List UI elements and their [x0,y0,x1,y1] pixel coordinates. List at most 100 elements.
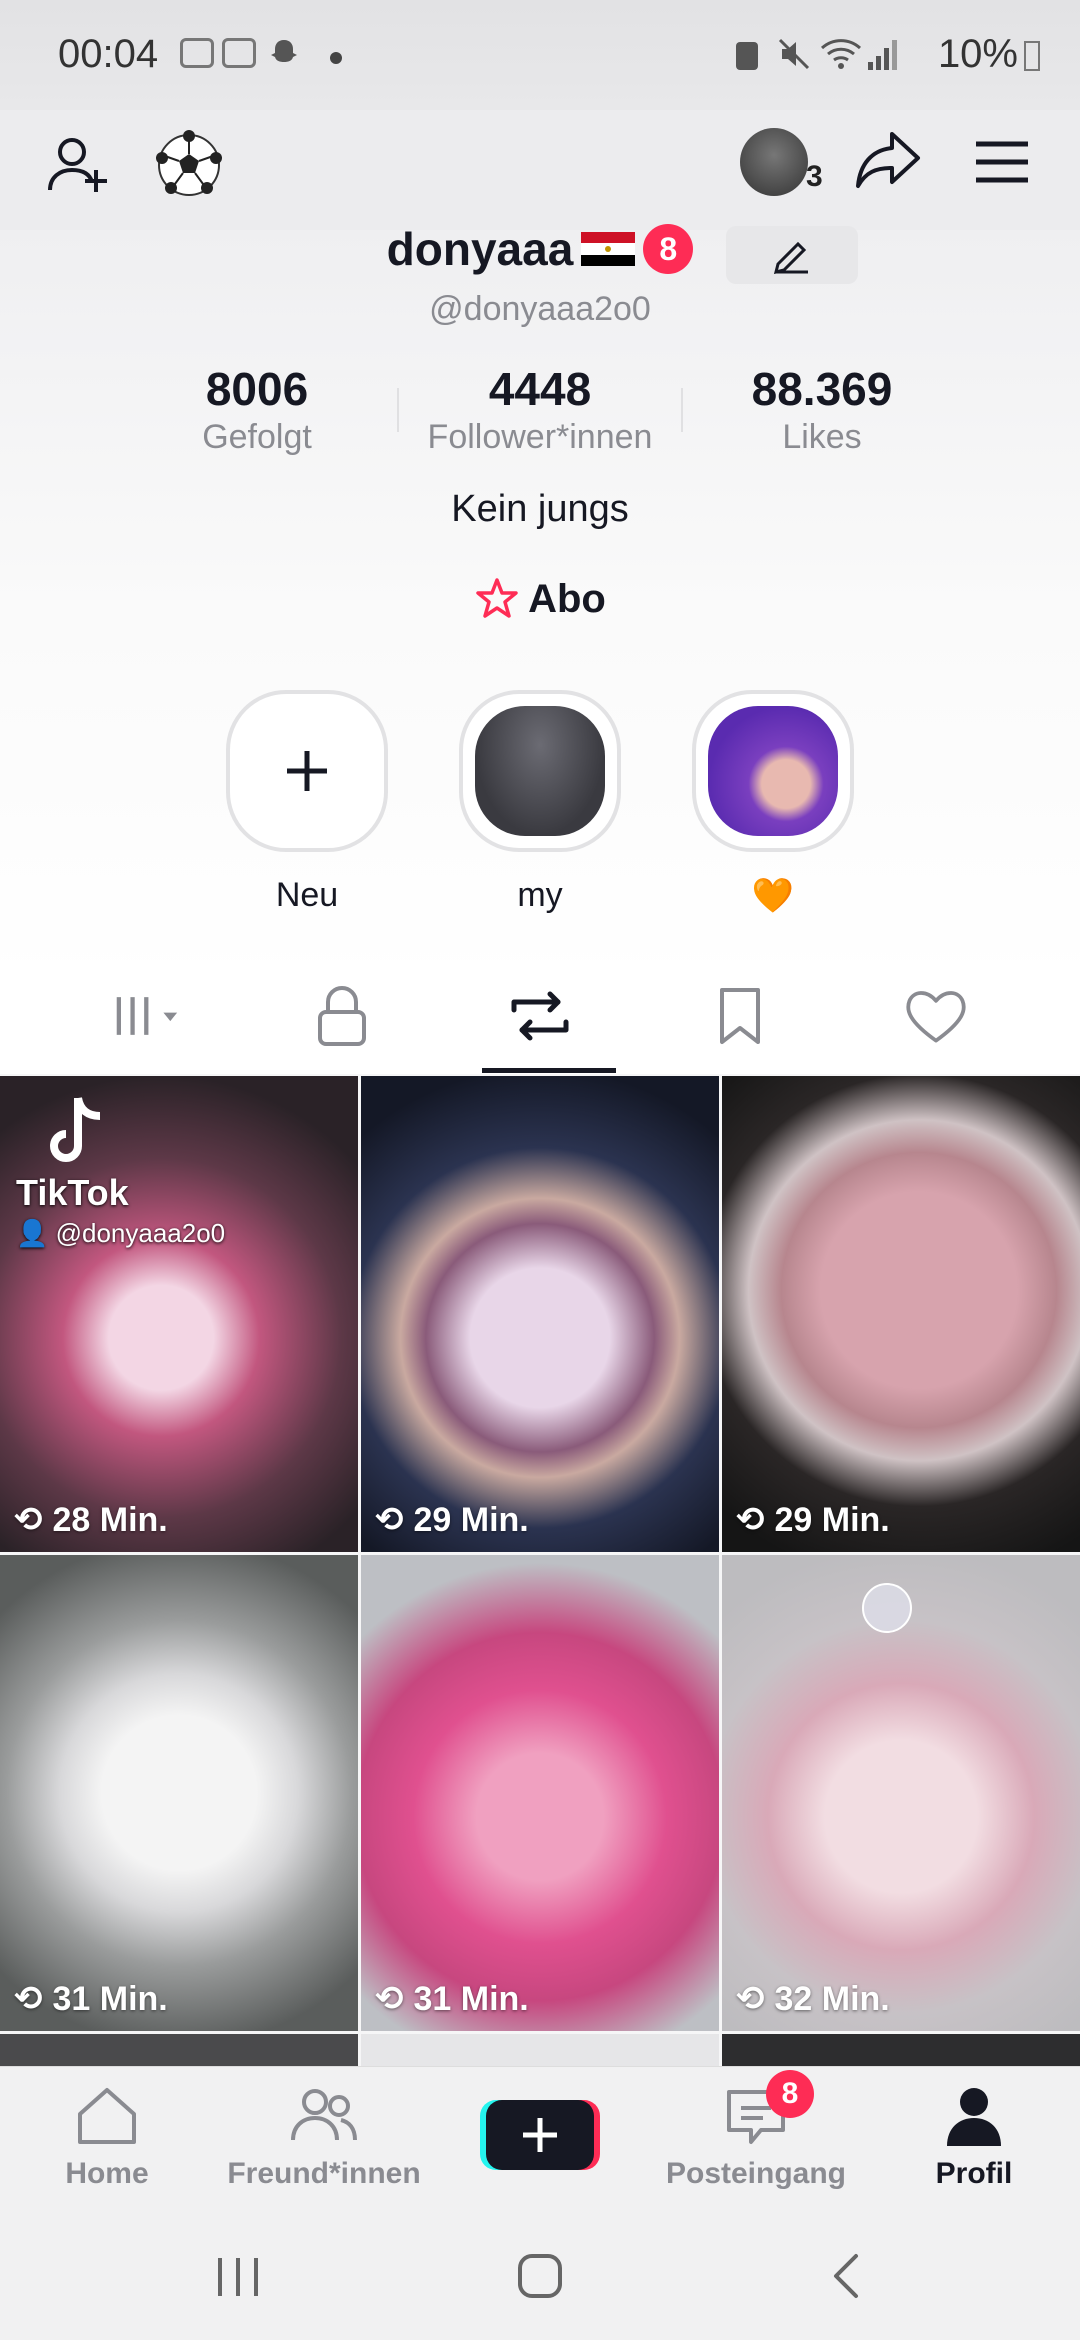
nav-friends[interactable]: Freund*innen [224,2084,424,2191]
nav-home[interactable]: Home [7,2084,207,2191]
notification-badge: 8 [643,224,694,274]
home-button-icon[interactable] [514,2250,566,2302]
repost-icon: ⟲ [736,1980,765,2018]
recent-apps-icon[interactable] [210,2252,266,2302]
video-thumbnail[interactable]: ⟲ 32 Min. [722,1555,1080,2031]
repost-icon: ⟲ [375,1501,404,1539]
stat-label: Gefolgt [202,418,312,456]
video-thumbnail-partial[interactable] [361,2034,719,2066]
battery-icon [1024,41,1040,71]
repost-icon: ⟲ [14,1980,43,2018]
repost-time: ⟲ 32 Min. [736,1979,890,2019]
lock-icon[interactable] [306,980,378,1052]
profile-name-row: donyaaa 8 [0,222,1080,276]
tiktok-logo-icon [50,1097,101,1162]
video-thumbnail[interactable]: TikTok 👤 @donyaaa2o0 ⟲ 28 Min. [0,1076,358,1552]
mute-icon [778,38,810,70]
stat-value: 4448 [488,363,592,415]
repost-icon[interactable] [504,980,576,1052]
add-friend-icon[interactable] [44,130,114,200]
story-label: 🧡 [751,877,795,915]
egypt-flag-icon [581,232,636,266]
inbox-badge: 8 [766,2070,814,2118]
screen-record-icon [180,38,214,68]
repost-time-text: 31 Min. [413,1979,529,2018]
display-name: donyaaa [386,223,574,275]
repost-time-text: 29 Min. [413,1500,529,1539]
nav-label: Profil [935,2157,1013,2190]
touch-indicator [862,1583,912,1633]
sim-icon [736,42,758,70]
grid-icon[interactable] [112,980,184,1052]
repost-time-text: 32 Min. [774,1979,890,2018]
status-bar [0,0,1080,110]
account-switch-avatar[interactable] [740,128,808,196]
repost-time-text: 29 Min. [774,1500,890,1539]
stat-divider [397,388,399,432]
person-icon: 👤 [16,1218,56,1248]
star-icon [476,578,518,618]
video-thumbnail[interactable]: ⟲ 29 Min. [361,1076,719,1552]
nav-profile[interactable]: Profil [874,2084,1074,2191]
status-time: 00:04 [58,32,159,76]
repost-time-text: 31 Min. [52,1979,168,2018]
stat-value: 8006 [205,363,309,415]
nav-label: Home [65,2157,149,2190]
create-plus-icon[interactable] [480,2096,600,2174]
heart-icon[interactable] [900,980,972,1052]
stat-label: Likes [782,418,862,456]
story-new[interactable] [226,690,388,852]
repost-time: ⟲ 28 Min. [14,1500,168,1540]
notification-dot [330,52,342,64]
account-count: 3 [806,160,823,193]
back-button-icon[interactable] [826,2250,866,2302]
profile-icon [947,2088,1001,2146]
story-heart[interactable] [692,690,854,852]
video-thumbnail[interactable]: ⟲ 29 Min. [722,1076,1080,1552]
tiktok-watermark: TikTok [16,1172,129,1213]
active-tab-indicator [482,1068,616,1073]
subscribe-label: Abo [528,577,606,621]
repost-icon: ⟲ [736,1501,765,1539]
repost-time: ⟲ 31 Min. [375,1979,529,2019]
share-icon[interactable] [852,124,924,196]
menu-icon[interactable] [970,130,1034,194]
nav-inbox[interactable]: Posteingang [656,2084,856,2191]
nav-label: Posteingang [665,2157,846,2190]
signal-icon [868,40,897,70]
repost-icon: ⟲ [14,1501,43,1539]
home-icon [78,2088,136,2144]
edit-profile-button[interactable] [726,226,858,284]
pencil-icon [773,241,808,274]
video-thumbnail[interactable]: ⟲ 31 Min. [361,1555,719,2031]
stat-followers[interactable]: 4448 Follower*innen [420,362,660,457]
story-thumbnail [708,706,838,836]
repost-icon: ⟲ [375,1980,404,2018]
repost-time: ⟲ 29 Min. [375,1500,529,1540]
story-thumbnail [475,706,605,836]
story-label: Neu [275,876,339,914]
repost-time: ⟲ 31 Min. [14,1979,168,2019]
story-my[interactable] [459,690,621,852]
video-thumbnail[interactable]: ⟲ 31 Min. [0,1555,358,2031]
profile-handle: @donyaaa2o0 [429,290,651,328]
screen-record-icon [222,38,256,68]
battery-level: 10% [938,32,1040,77]
video-thumbnail-partial[interactable] [0,2034,358,2066]
stat-value: 88.369 [751,363,893,415]
bookmark-icon[interactable] [704,980,776,1052]
video-thumbnail-partial[interactable] [722,2034,1080,2066]
plus-icon [287,751,327,791]
stat-divider [681,388,683,432]
stat-following[interactable]: 8006 Gefolgt [137,362,377,457]
subscribe-button[interactable]: Abo [0,576,1080,622]
story-label: my [517,876,563,914]
nav-label: Freund*innen [227,2157,421,2190]
wifi-icon [820,39,862,69]
friends-icon [291,2089,357,2141]
soccer-ball-icon[interactable] [154,130,224,200]
watermark-handle: 👤 @donyaaa2o0 [16,1218,225,1249]
stat-likes[interactable]: 88.369 Likes [702,362,942,457]
repost-time: ⟲ 29 Min. [736,1500,890,1540]
repost-time-text: 28 Min. [52,1500,168,1539]
